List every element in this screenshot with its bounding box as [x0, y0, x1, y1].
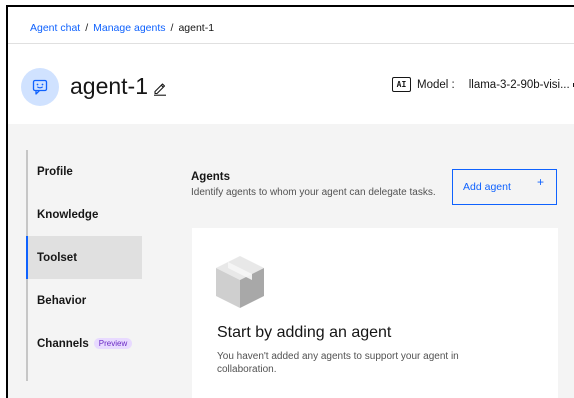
- nav-item-toolset[interactable]: Toolset: [26, 236, 142, 279]
- breadcrumb: Agent chat / Manage agents / agent-1: [30, 22, 214, 34]
- empty-state-card: Start by adding an agent You haven't add…: [192, 228, 558, 398]
- breadcrumb-agent-chat[interactable]: Agent chat: [30, 22, 80, 34]
- breadcrumb-manage-agents[interactable]: Manage agents: [93, 22, 165, 34]
- box-icon: [216, 256, 264, 308]
- nav-item-knowledge[interactable]: Knowledge: [26, 193, 142, 236]
- nav-item-label: Channels: [37, 337, 89, 350]
- preview-tag: Preview: [93, 338, 133, 349]
- nav-item-label: Toolset: [37, 251, 78, 264]
- app-window: Agent chat / Manage agents / agent-1 age…: [6, 5, 574, 398]
- chat-bubble-icon: [32, 79, 48, 95]
- section-title: Agents: [191, 171, 230, 183]
- nav-item-label: Knowledge: [37, 208, 99, 221]
- add-agent-button[interactable]: Add agent +: [452, 169, 557, 205]
- edit-pencil-icon[interactable]: [152, 80, 168, 96]
- plus-icon: +: [536, 175, 544, 189]
- add-agent-label: Add agent: [463, 181, 511, 193]
- agent-avatar: [21, 68, 59, 106]
- ai-icon: AI: [392, 77, 411, 92]
- nav-item-label: Behavior: [37, 294, 87, 307]
- nav-item-behavior[interactable]: Behavior: [26, 279, 142, 322]
- page-title: agent-1: [70, 73, 149, 99]
- model-selector[interactable]: AI Model : llama-3-2-90b-visi...: [392, 77, 570, 92]
- nav-item-label: Profile: [37, 165, 73, 178]
- nav-item-profile[interactable]: Profile: [26, 150, 142, 193]
- breadcrumb-separator: /: [85, 22, 89, 34]
- empty-state-description: You haven't added any agents to support …: [217, 351, 459, 375]
- model-value: llama-3-2-90b-visi...: [468, 78, 570, 91]
- side-nav: Profile Knowledge Toolset Behavior Chann…: [26, 150, 142, 381]
- header-divider: [8, 43, 574, 44]
- model-label: Model :: [417, 78, 455, 91]
- nav-item-channels[interactable]: Channels Preview: [26, 322, 142, 365]
- section-description: Identify agents to whom your agent can d…: [191, 187, 436, 198]
- empty-state-title: Start by adding an agent: [217, 324, 392, 341]
- breadcrumb-separator: /: [170, 22, 174, 34]
- breadcrumb-current: agent-1: [178, 22, 215, 34]
